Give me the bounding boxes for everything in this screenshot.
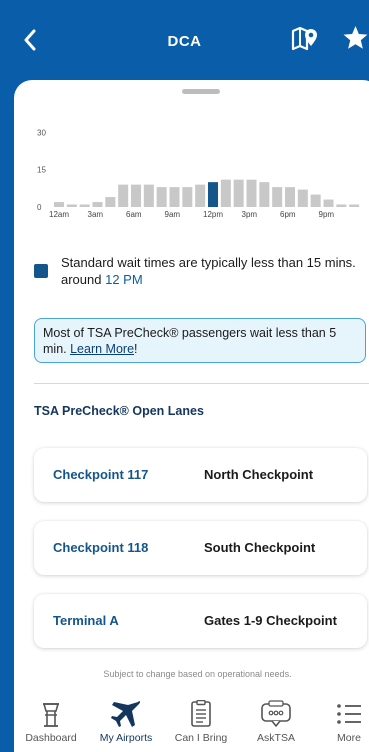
wait-time-bar-chart: 0 15 30 12am 3am 6am 9am 12pm 3pm 6pm 9pm [37,128,360,219]
chart-bar[interactable] [169,187,180,207]
tab-bar: Dashboard My Airports Can I Bring AskTSA… [14,691,369,752]
learn-more-link[interactable]: Learn More [70,342,134,356]
x-tick-label: 3am [88,210,104,219]
chart-bar[interactable] [156,187,167,207]
menu-list-icon [337,704,361,724]
chart-bar[interactable] [92,202,103,207]
y-tick-label: 30 [37,128,46,137]
chart-bar[interactable] [297,189,308,207]
tab-my-airports[interactable]: My Airports [89,699,163,744]
airplane-icon [111,701,141,727]
precheck-notice: Most of TSA PreCheck® passengers wait le… [34,318,366,363]
chart-bar[interactable] [285,187,296,207]
chart-bar[interactable] [66,204,77,207]
chart-bar[interactable] [131,184,142,207]
chat-bubble-icon [261,700,291,727]
airport-tower-icon [42,703,60,727]
tab-more[interactable]: More [312,699,369,744]
airport-detail-sheet: 0 15 30 12am 3am 6am 9am 12pm 3pm 6pm 9pm Standard… [14,80,369,752]
x-tick-label: 12pm [203,210,223,219]
legend-text: Standard wait times are typically less t… [61,254,364,288]
lane-location: South Checkpoint [204,540,316,555]
section-title: TSA PreCheck® Open Lanes [34,404,204,418]
precheck-notice-suffix: ! [134,342,138,356]
chart-bar[interactable] [118,184,129,207]
map-button[interactable] [290,24,320,54]
chart-bar[interactable] [233,179,244,207]
lane-name: Checkpoint 117 [53,467,149,482]
tab-label: AskTSA [257,732,295,744]
wait-time-chart: 0 15 30 12am 3am 6am 9am 12pm 3pm 6pm 9pm [28,110,368,230]
legend-swatch [34,264,48,278]
y-tick-label: 0 [37,203,42,212]
lane-location: North Checkpoint [204,467,314,482]
lane-card[interactable]: Checkpoint 118 South Checkpoint [34,521,367,575]
chart-bar[interactable] [349,204,360,207]
lane-location: Gates 1-9 Checkpoint [204,613,337,628]
x-tick-label: 6am [126,210,142,219]
lane-card[interactable]: Checkpoint 117 North Checkpoint [34,448,367,502]
tab-asktsa[interactable]: AskTSA [239,699,313,744]
tab-label: Can I Bring [174,732,228,744]
chart-bar[interactable] [79,204,90,207]
x-tick-label: 9pm [319,210,335,219]
chart-bar[interactable] [105,197,116,207]
lane-card[interactable]: Terminal A Gates 1-9 Checkpoint [34,594,367,648]
document-icon [191,700,211,727]
tab-label: Dashboard [25,732,77,744]
chart-bar[interactable] [54,202,65,207]
lane-name: Terminal A [53,613,119,628]
chart-bar[interactable] [310,194,321,207]
x-tick-label: 12am [49,210,69,219]
divider [34,383,369,384]
chart-bar[interactable] [259,182,270,207]
map-pin-icon [291,26,317,51]
chart-bar[interactable] [323,199,334,207]
drag-handle[interactable] [182,89,220,94]
chart-bar[interactable] [195,184,206,207]
x-tick-label: 6pm [280,210,296,219]
chart-bar[interactable] [220,179,231,207]
chart-bar[interactable] [272,187,283,207]
tab-label: More [337,732,361,744]
wait-time-legend: Standard wait times are typically less t… [34,254,364,288]
tab-dashboard[interactable]: Dashboard [14,699,88,744]
legend-time: 12 PM [105,272,143,287]
x-tick-label: 9am [165,210,181,219]
tab-can-i-bring[interactable]: Can I Bring [164,699,238,744]
x-tick-label: 3pm [242,210,258,219]
tab-label: My Airports [99,732,153,744]
favorite-button[interactable] [342,24,369,54]
lane-name: Checkpoint 118 [53,540,149,555]
star-icon [343,26,368,49]
app-header: DCA [0,0,369,80]
chart-bar[interactable] [336,204,347,207]
chart-bar[interactable] [246,179,257,207]
y-tick-label: 15 [37,166,46,175]
footnote: Subject to change based on operational n… [103,669,292,679]
chart-bar[interactable] [182,187,193,207]
chart-bar[interactable] [143,184,154,207]
chart-bar-current[interactable] [208,182,219,207]
